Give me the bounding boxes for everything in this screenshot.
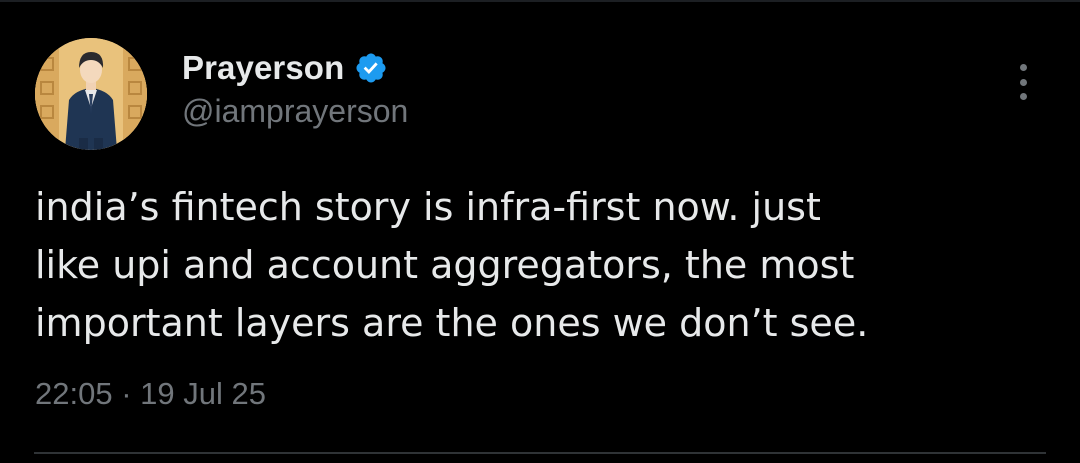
author-name-row[interactable]: Prayerson [182,47,388,89]
avatar-illustration [35,38,147,150]
author-handle[interactable]: @iamprayerson [182,93,408,130]
more-options-button[interactable] [1008,62,1038,102]
tweet-text: india’s fintech story is infra-first now… [35,178,1045,352]
avatar[interactable] [35,38,147,150]
more-options-icon-dot [1019,93,1027,100]
bottom-divider [34,452,1046,454]
top-divider [0,0,1080,2]
tweet-date[interactable]: 19 Jul 25 [140,376,266,411]
tweet-text-line: like upi and account aggregators, the mo… [35,243,855,287]
tweet-text-line: important layers are the ones we don’t s… [35,301,869,345]
tweet-time[interactable]: 22:05 [35,376,113,411]
author-display-name[interactable]: Prayerson [182,49,344,87]
verified-badge-icon [354,51,388,85]
more-options-icon-dot [1019,78,1027,86]
more-options-icon [1019,64,1027,71]
tweet-timestamp[interactable]: 22:05 · 19 Jul 25 [35,376,266,412]
meta-separator: · [121,376,132,411]
tweet-text-line: india’s fintech story is infra-first now… [35,185,821,229]
